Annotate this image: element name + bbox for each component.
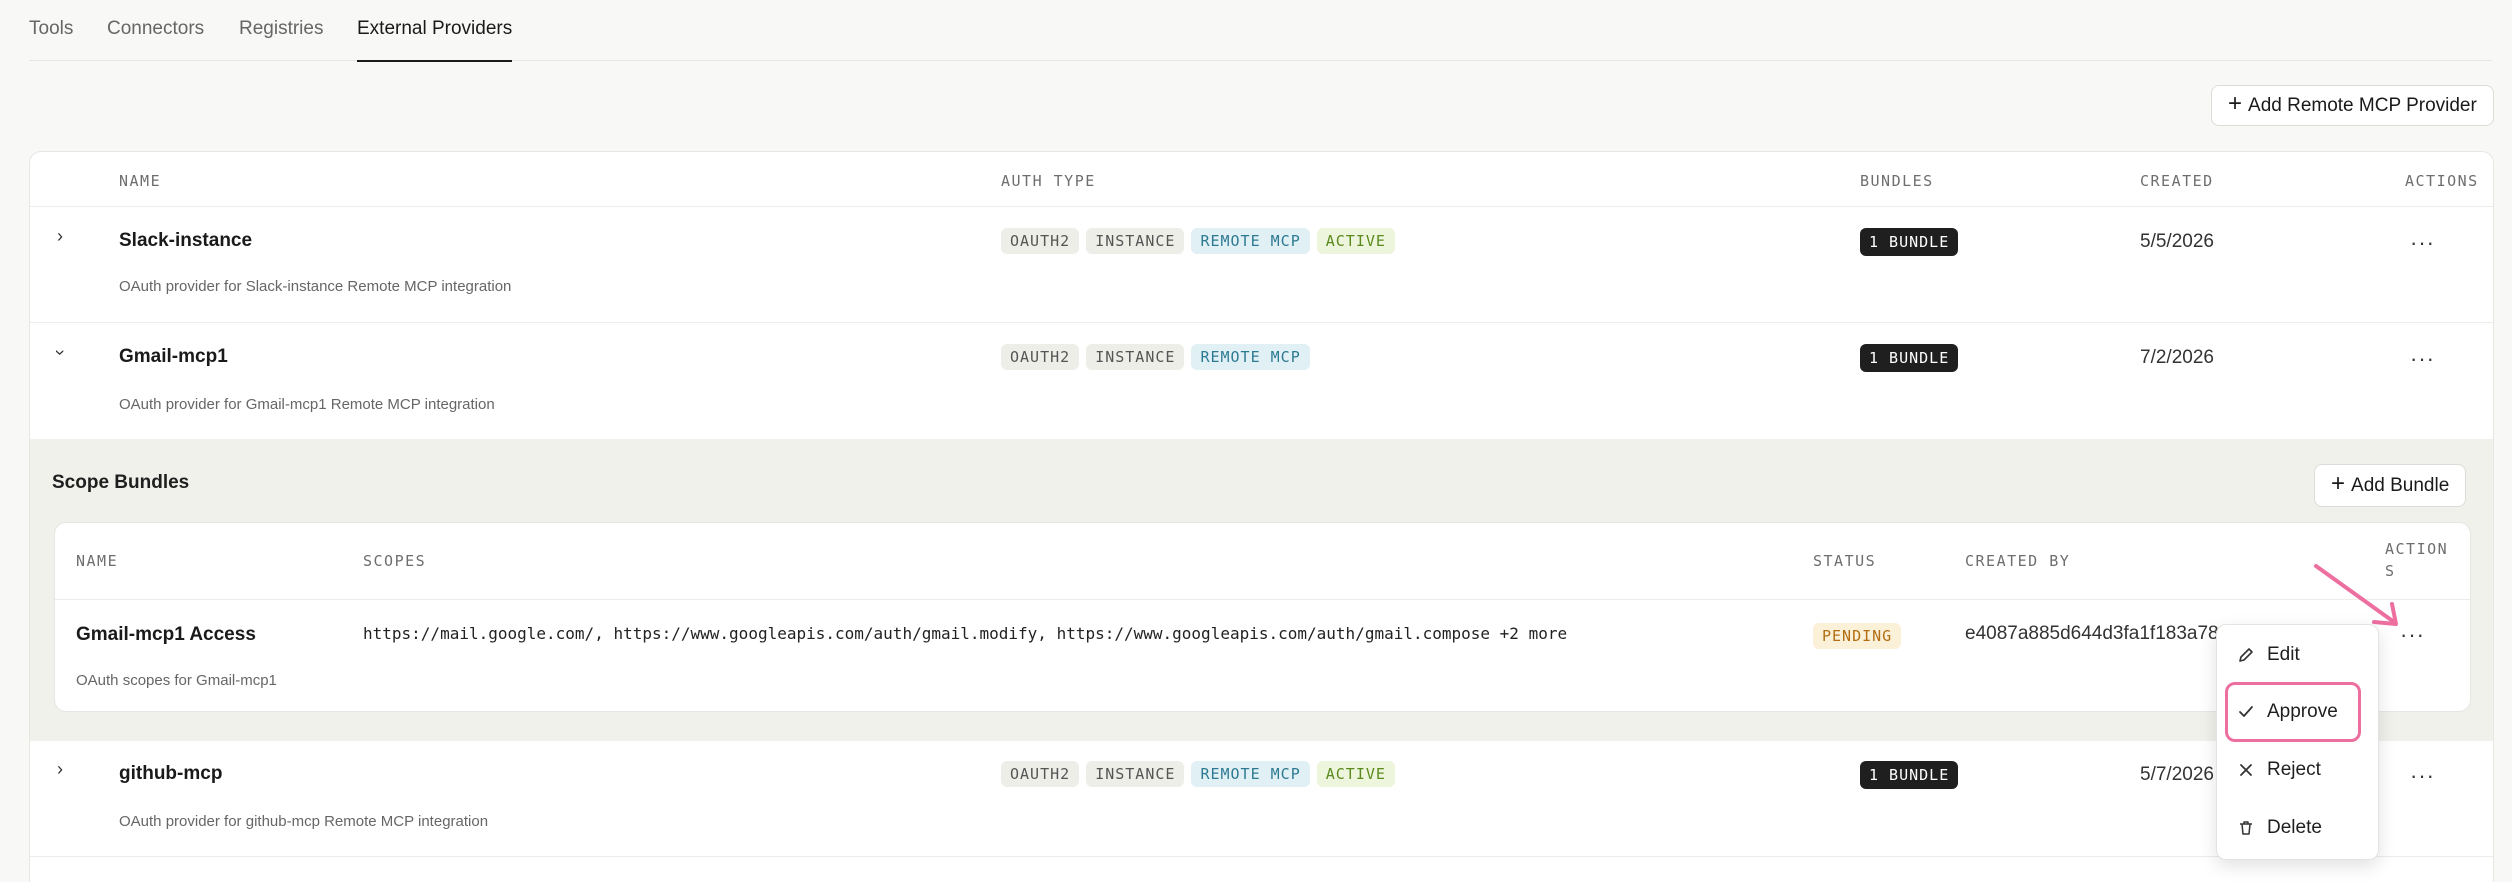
- provider-description: OAuth provider for Slack-instance Remote…: [119, 278, 512, 295]
- menu-item-edit[interactable]: Edit: [2237, 644, 2300, 666]
- row-actions-button[interactable]: ···: [2410, 230, 2435, 256]
- bundle-count-badge[interactable]: 1 BUNDLE: [1860, 344, 1959, 372]
- header-actions: ACTION: [2385, 540, 2449, 558]
- bundle-scopes: https://mail.google.com/, https://www.go…: [363, 624, 1568, 643]
- plus-icon: +: [2331, 470, 2346, 497]
- created-date: 5/7/2026: [2140, 764, 2214, 785]
- status-badge: PENDING: [1813, 623, 1902, 649]
- header-created-by: CREATED BY: [1965, 552, 2071, 570]
- header-name: NAME: [76, 552, 119, 570]
- header-actions: ACTIONS: [2405, 172, 2479, 190]
- badge-instance: INSTANCE: [1086, 761, 1185, 787]
- chevron-right-icon[interactable]: ›: [57, 759, 63, 780]
- bundle-description: OAuth scopes for Gmail-mcp1: [76, 672, 277, 689]
- check-icon: [2237, 703, 2255, 721]
- header-bundles: BUNDLES: [1860, 172, 1934, 190]
- badge-active: ACTIVE: [1316, 761, 1395, 787]
- tab-connectors[interactable]: Connectors: [107, 18, 204, 60]
- auth-badges: OAUTH2 INSTANCE REMOTE MCP ACTIVE: [1001, 228, 1395, 254]
- header-created: CREATED: [2140, 172, 2214, 190]
- add-remote-mcp-provider-button[interactable]: + Add Remote MCP Provider: [2211, 85, 2494, 126]
- bundle-count-badge[interactable]: 1 BUNDLE: [1860, 761, 1959, 789]
- tab-registries[interactable]: Registries: [239, 18, 323, 60]
- created-by: e4087a885d644d3fa1f183a78: [1965, 623, 2219, 644]
- scope-bundles-table: NAME SCOPES STATUS CREATED BY ACTION S G…: [54, 522, 2471, 712]
- badge-oauth2: OAUTH2: [1001, 228, 1080, 254]
- provider-description: OAuth provider for Gmail-mcp1 Remote MCP…: [119, 396, 495, 413]
- tab-tools[interactable]: Tools: [29, 18, 73, 60]
- divider: [55, 599, 2470, 600]
- row-actions-button[interactable]: ···: [2410, 763, 2435, 789]
- badge-remote-mcp: REMOTE MCP: [1191, 761, 1310, 787]
- badge-instance: INSTANCE: [1086, 344, 1185, 370]
- badge-oauth2: OAUTH2: [1001, 344, 1080, 370]
- divider: [30, 206, 2493, 207]
- menu-item-approve[interactable]: Approve: [2237, 701, 2338, 723]
- scope-bundles-section: Scope Bundles + Add Bundle NAME SCOPES S…: [30, 439, 2493, 741]
- menu-item-label: Approve: [2267, 701, 2338, 722]
- header-status: STATUS: [1813, 552, 1877, 570]
- auth-badges: OAUTH2 INSTANCE REMOTE MCP: [1001, 344, 1310, 370]
- tab-external-providers[interactable]: External Providers: [357, 18, 513, 62]
- chevron-down-icon[interactable]: ›: [50, 350, 71, 356]
- menu-item-delete[interactable]: Delete: [2237, 817, 2322, 839]
- menu-item-label: Delete: [2267, 817, 2322, 838]
- header-name: NAME: [119, 172, 162, 190]
- annotation-arrow-icon: [2314, 564, 2398, 626]
- add-bundle-label: Add Bundle: [2351, 474, 2450, 496]
- add-bundle-button[interactable]: + Add Bundle: [2314, 464, 2467, 507]
- divider: [30, 856, 2493, 857]
- created-date: 7/2/2026: [2140, 347, 2214, 368]
- row-actions-button[interactable]: ···: [2410, 346, 2435, 372]
- header-auth-type: AUTH TYPE: [1001, 172, 1096, 190]
- badge-active: ACTIVE: [1316, 228, 1395, 254]
- x-icon: [2237, 761, 2255, 779]
- auth-badges: OAUTH2 INSTANCE REMOTE MCP ACTIVE: [1001, 761, 1395, 787]
- scope-bundles-title: Scope Bundles: [52, 472, 190, 493]
- provider-description: OAuth provider for github-mcp Remote MCP…: [119, 813, 489, 830]
- provider-name: Slack-instance: [119, 230, 253, 251]
- tab-bar: Tools Connectors Registries External Pro…: [29, 0, 2492, 62]
- chevron-right-icon[interactable]: ›: [57, 226, 63, 247]
- bundle-count-badge[interactable]: 1 BUNDLE: [1860, 228, 1959, 256]
- header-scopes: SCOPES: [363, 552, 427, 570]
- badge-oauth2: OAUTH2: [1001, 761, 1080, 787]
- created-date: 5/5/2026: [2140, 231, 2214, 252]
- pencil-icon: [2237, 646, 2255, 664]
- menu-item-label: Edit: [2267, 644, 2300, 665]
- divider: [30, 322, 2493, 323]
- add-remote-mcp-provider-label: Add Remote MCP Provider: [2248, 94, 2477, 116]
- trash-icon: [2237, 819, 2255, 837]
- providers-table: NAME AUTH TYPE BUNDLES CREATED ACTIONS ›…: [29, 151, 2494, 882]
- badge-remote-mcp: REMOTE MCP: [1191, 344, 1310, 370]
- bundle-name: Gmail-mcp1 Access: [76, 624, 256, 645]
- menu-item-reject[interactable]: Reject: [2237, 759, 2321, 781]
- badge-instance: INSTANCE: [1086, 228, 1185, 254]
- badge-remote-mcp: REMOTE MCP: [1191, 228, 1310, 254]
- plus-icon: +: [2228, 90, 2243, 117]
- bundle-actions-menu: Edit Approve Reject Delete: [2216, 624, 2379, 860]
- provider-name: github-mcp: [119, 763, 223, 784]
- menu-item-label: Reject: [2267, 759, 2321, 780]
- provider-name: Gmail-mcp1: [119, 346, 228, 367]
